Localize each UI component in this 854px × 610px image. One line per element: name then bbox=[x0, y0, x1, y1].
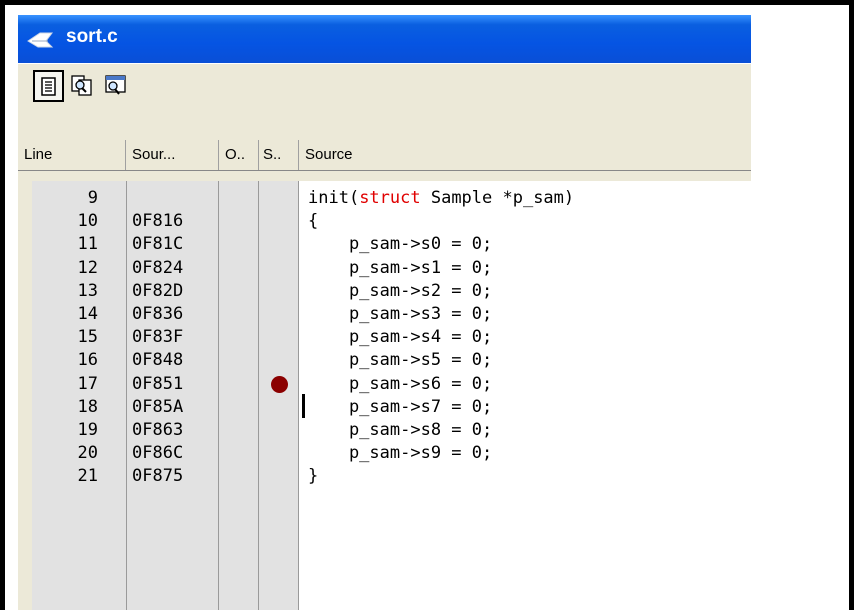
source-code-line[interactable]: init(struct Sample *p_sam) bbox=[308, 187, 574, 210]
disassembly-view-icon bbox=[105, 75, 126, 95]
code-text: p_sam->s7 = 0; bbox=[308, 396, 493, 417]
source-address: 0F86C bbox=[132, 443, 184, 464]
line-number: 18 bbox=[77, 396, 98, 417]
code-text: Sample *p_sam) bbox=[420, 188, 575, 208]
breakpoint-marker[interactable] bbox=[271, 375, 288, 393]
source-code-line[interactable]: p_sam->s4 = 0; bbox=[308, 326, 492, 349]
line-number: 13 bbox=[77, 280, 98, 301]
source-code-line[interactable]: { bbox=[308, 210, 318, 233]
line-number: 12 bbox=[77, 257, 98, 278]
source-code-line[interactable]: p_sam->s6 = 0; bbox=[308, 373, 492, 396]
line-number: 10 bbox=[77, 211, 98, 232]
source-code-line[interactable]: } bbox=[308, 465, 318, 488]
code-text: p_sam->s9 = 0; bbox=[308, 443, 493, 464]
code-text: { bbox=[308, 211, 319, 232]
line-number: 9 bbox=[87, 188, 98, 208]
source-view-button[interactable] bbox=[33, 70, 64, 102]
line-number: 11 bbox=[77, 234, 98, 255]
code-text: init( bbox=[308, 188, 360, 208]
source-code-line[interactable]: p_sam->s1 = 0; bbox=[308, 257, 492, 280]
source-address: 0F851 bbox=[132, 373, 184, 394]
source-address: 0F83F bbox=[132, 327, 184, 348]
source-listing[interactable]: 9 init(struct Sample *p_sam) 10 0F816 {11 0F8… bbox=[18, 181, 751, 610]
source-address: 0F85A bbox=[132, 396, 184, 417]
line-number: 20 bbox=[77, 443, 98, 464]
text-cursor bbox=[302, 393, 305, 418]
line-number: 15 bbox=[77, 327, 98, 348]
source-address: 0F81C bbox=[132, 234, 184, 255]
line-number: 14 bbox=[77, 304, 98, 324]
view-toolbar bbox=[18, 63, 751, 108]
mixed-view-button[interactable] bbox=[66, 70, 97, 102]
source-code-line[interactable]: p_sam->s7 = 0; bbox=[308, 396, 492, 419]
source-address: 0F875 bbox=[132, 466, 184, 487]
line-number: 19 bbox=[77, 420, 98, 440]
source-address: 0F863 bbox=[132, 420, 184, 440]
editor-window: sort.c Line Sour... O.. S.. Source 9 ini… bbox=[18, 15, 751, 610]
line-number: 21 bbox=[77, 466, 98, 487]
source-address: 0F816 bbox=[132, 211, 184, 232]
code-text: p_sam->s5 = 0; bbox=[308, 350, 493, 371]
column-header: Line Sour... O.. S.. Source bbox=[18, 140, 751, 171]
header-source[interactable]: Source bbox=[299, 140, 751, 170]
source-view-icon bbox=[41, 77, 56, 96]
code-text: p_sam->s0 = 0; bbox=[308, 234, 493, 255]
source-address: 0F82D bbox=[132, 280, 184, 301]
source-address: 0F824 bbox=[132, 257, 184, 278]
window-title: sort.c bbox=[66, 26, 118, 47]
header-o[interactable]: O.. bbox=[219, 140, 259, 170]
s-column[interactable] bbox=[259, 181, 299, 610]
disassembly-view-button[interactable] bbox=[100, 70, 131, 102]
source-code-line[interactable]: p_sam->s0 = 0; bbox=[308, 233, 492, 256]
gutter-edge bbox=[18, 181, 32, 610]
o-column bbox=[219, 181, 259, 610]
title-bar[interactable]: sort.c bbox=[18, 15, 751, 63]
source-file-icon bbox=[27, 32, 54, 48]
code-keyword: struct bbox=[359, 188, 421, 208]
code-text: p_sam->s6 = 0; bbox=[308, 373, 493, 394]
header-source-address[interactable]: Sour... bbox=[126, 140, 219, 170]
header-line[interactable]: Line bbox=[18, 140, 126, 170]
code-text: } bbox=[308, 466, 319, 487]
code-text: p_sam->s4 = 0; bbox=[308, 327, 493, 348]
header-s[interactable]: S.. bbox=[259, 140, 299, 170]
source-code-line[interactable]: p_sam->s8 = 0; bbox=[308, 419, 492, 442]
code-text: p_sam->s1 = 0; bbox=[308, 257, 493, 278]
code-text: p_sam->s2 = 0; bbox=[308, 280, 493, 301]
line-number: 16 bbox=[77, 350, 98, 371]
source-code-line[interactable]: p_sam->s2 = 0; bbox=[308, 280, 492, 303]
source-code-line[interactable]: p_sam->s9 = 0; bbox=[308, 442, 492, 465]
code-text: p_sam->s8 = 0; bbox=[308, 420, 493, 440]
source-code-line[interactable]: p_sam->s5 = 0; bbox=[308, 349, 492, 372]
source-code-line[interactable]: p_sam->s3 = 0; bbox=[308, 303, 492, 326]
mixed-view-icon bbox=[71, 75, 92, 96]
code-text: p_sam->s3 = 0; bbox=[308, 304, 493, 324]
source-address: 0F836 bbox=[132, 304, 184, 324]
line-number: 17 bbox=[77, 373, 98, 394]
source-address: 0F848 bbox=[132, 350, 184, 371]
